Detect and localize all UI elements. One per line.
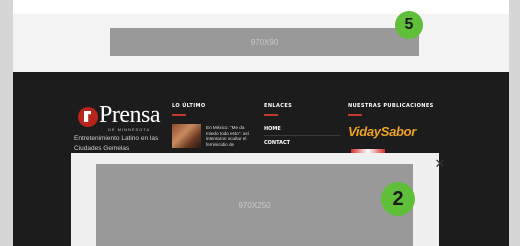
- annotation-badge-bottom: 2: [381, 182, 415, 216]
- close-icon[interactable]: ✕: [433, 157, 447, 171]
- prensa-logo[interactable]: Prensa DE MINNESOTA: [78, 101, 170, 132]
- footer-link-contact[interactable]: CONTACT: [264, 140, 290, 146]
- logo-mark-icon: [78, 107, 98, 127]
- news-thumbnail[interactable]: [172, 124, 201, 148]
- ad-banner-top[interactable]: 970X90: [110, 28, 419, 56]
- publication-vidaysabor-logo[interactable]: VidaySabor: [348, 124, 416, 139]
- screenshot-frame: 970X90 5 Prensa DE MINNESOTA Entretenimi…: [0, 0, 520, 246]
- footer-tagline: Entretenimiento Latino en las Ciudades G…: [74, 135, 159, 152]
- top-strip: [13, 0, 509, 14]
- logo-word: Prensa: [99, 102, 160, 128]
- footer-link-home[interactable]: HOME: [264, 126, 281, 132]
- annotation-badge-top: 5: [395, 11, 423, 39]
- link-divider: [264, 135, 340, 136]
- column-title-links: ENLACES: [264, 103, 293, 109]
- column-underline-links: [264, 114, 278, 116]
- news-item-title[interactable]: En México: "Me da miedo todo esto": así …: [206, 125, 254, 147]
- column-underline-latest: [172, 114, 186, 116]
- column-title-latest: LO ÚLTIMO: [172, 103, 206, 109]
- logo-subtitle: DE MINNESOTA: [108, 127, 151, 132]
- column-underline-publications: [348, 114, 362, 116]
- column-title-publications: NUESTRAS PUBLICACIONES: [348, 103, 434, 109]
- ad-banner-bottom[interactable]: 970X250: [96, 164, 413, 246]
